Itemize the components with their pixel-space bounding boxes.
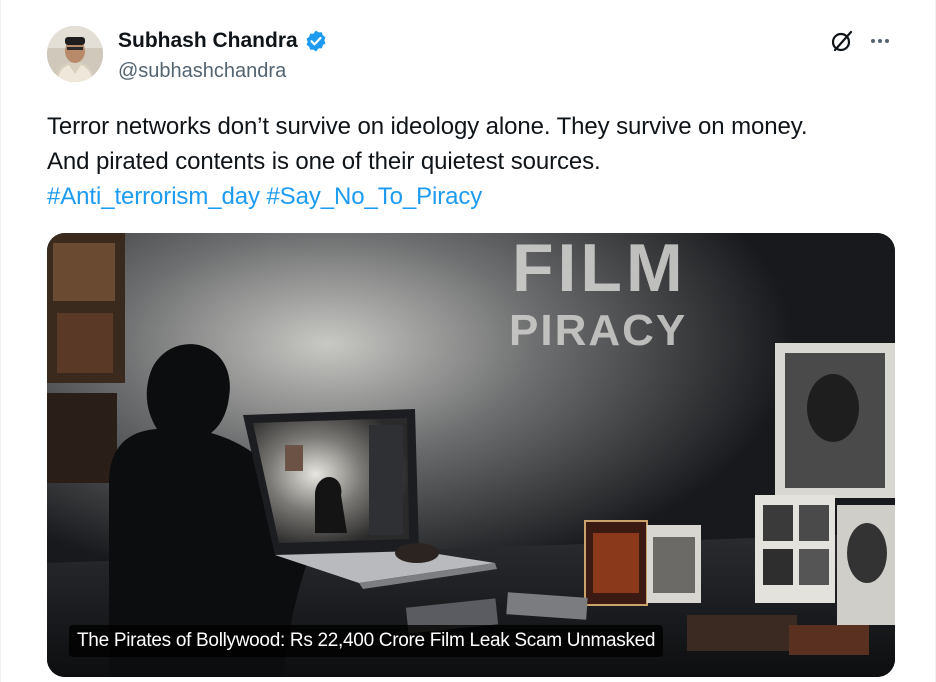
tweet-text: Terror networks don’t survive on ideolog… — [47, 109, 907, 214]
tweet-hashtags: #Anti_terrorism_day #Say_No_To_Piracy — [47, 179, 907, 214]
tweet-text-line-2: And pirated contents is one of their qui… — [47, 148, 601, 175]
media-caption: The Pirates of Bollywood: Rs 22,400 Cror… — [69, 625, 664, 657]
author-display-name[interactable]: Subhash Chandra — [118, 28, 298, 54]
more-options-icon[interactable] — [865, 26, 895, 56]
hashtag-say-no-to-piracy[interactable]: #Say_No_To_Piracy — [266, 183, 482, 210]
author-name-row: Subhash Chandra — [118, 28, 328, 54]
tweet-text-line-1: Terror networks don’t survive on ideolog… — [47, 113, 808, 140]
media-card[interactable]: FILM PIRACY The Pirates of Bollywood: Rs… — [47, 233, 895, 677]
media-image: FILM PIRACY — [47, 233, 895, 677]
tweet-card: Subhash Chandra @subhashchandra Terror n… — [0, 0, 936, 682]
author-handle[interactable]: @subhashchandra — [118, 58, 286, 84]
hashtag-anti-terrorism-day[interactable]: #Anti_terrorism_day — [47, 183, 260, 210]
media-overlay-text-film: FILM — [512, 233, 687, 306]
media-overlay-text-piracy: PIRACY — [509, 306, 687, 355]
verified-badge-icon — [304, 29, 328, 53]
avatar[interactable] — [47, 26, 103, 82]
grok-icon[interactable] — [827, 26, 857, 56]
